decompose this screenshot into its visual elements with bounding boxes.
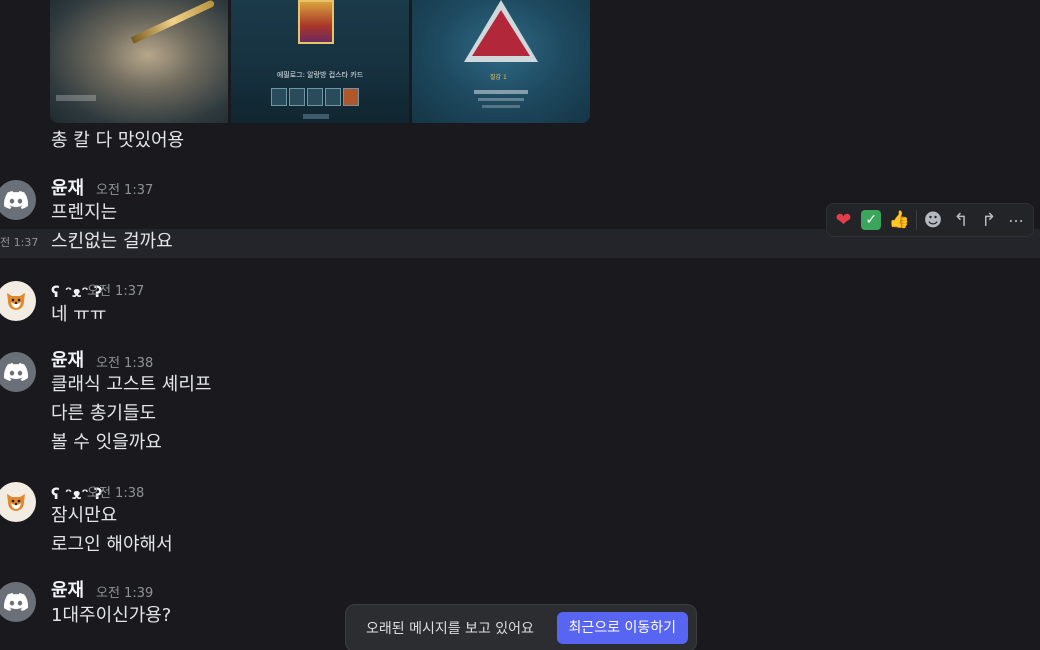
dog-avatar-icon [7, 293, 25, 310]
dog-avatar-icon [7, 494, 25, 511]
reply-icon[interactable]: ↰ [949, 209, 972, 232]
message-text: 클래식 고스트 셰리프 [51, 374, 212, 395]
card-slot [343, 88, 359, 106]
timestamp[interactable]: 오전 1:38 [87, 485, 144, 503]
timestamp[interactable]: 오전 1:37 [87, 283, 144, 301]
avatar[interactable] [0, 482, 36, 522]
timestamp[interactable]: 오전 1:37 [96, 182, 153, 200]
rank-badge: 질감 1 [490, 74, 507, 81]
more-icon[interactable]: ⋯ [1005, 209, 1028, 232]
heart-emoji-icon[interactable]: ❤ [832, 209, 855, 232]
thumbs-up-emoji-icon[interactable]: 👍 [888, 209, 911, 232]
add-reaction-icon[interactable]: ☻ [922, 209, 945, 232]
message-actions-toolbar: ❤ ✓ 👍 ☻ ↰ ↱ ⋯ [826, 203, 1034, 237]
message-text: 볼 수 잇을까요 [51, 432, 162, 453]
avatar[interactable] [0, 281, 36, 321]
message-text: 네 ㅠㅠ [51, 304, 107, 325]
image-attachments: 에필로그: 알랑방 컵스타 카드 질감 1 [50, 0, 590, 123]
card-slot [289, 88, 305, 106]
card-caption: 에필로그: 알랑방 컵스타 카드 [276, 71, 364, 79]
avatar[interactable] [0, 352, 36, 392]
card-slots [271, 88, 359, 106]
author-name[interactable]: 윤재 [51, 350, 84, 372]
hover-timestamp[interactable]: 전 1:37 [0, 234, 38, 250]
timestamp[interactable]: 오전 1:39 [96, 585, 153, 603]
jump-to-present-button[interactable]: 최근으로 이동하기 [556, 612, 688, 644]
attachment-image-knife[interactable] [50, 0, 228, 123]
avatar[interactable] [0, 582, 36, 622]
rank-text-line [482, 105, 520, 108]
message-text: 로그인 해야해서 [51, 534, 173, 555]
card-slot [307, 88, 323, 106]
discord-icon [4, 363, 28, 381]
player-card [298, 0, 334, 44]
discord-icon [4, 593, 28, 611]
image-pager [303, 114, 329, 119]
attachment-image-rank[interactable]: 질감 1 [412, 0, 590, 123]
knife-blade [130, 0, 216, 44]
rank-emblem-inner [472, 10, 530, 56]
timestamp[interactable]: 오전 1:38 [96, 355, 153, 373]
card-slot [325, 88, 341, 106]
check-reaction-button[interactable]: ✓ [860, 209, 883, 232]
message-text: 프렌지는 [51, 202, 118, 223]
message-text: 다른 총기들도 [51, 403, 157, 424]
attachment-image-cards[interactable]: 에필로그: 알랑방 컵스타 카드 [231, 0, 409, 123]
author-name[interactable]: 윤재 [51, 178, 84, 200]
forward-icon[interactable]: ↱ [977, 209, 1000, 232]
image-ui-strip [56, 95, 96, 101]
old-messages-bar: 오래된 메시지를 보고 있어요 최근으로 이동하기 [345, 604, 697, 650]
old-messages-notice: 오래된 메시지를 보고 있어요 [366, 621, 534, 637]
author-name[interactable]: 윤재 [51, 580, 84, 602]
rank-text-line [478, 98, 524, 101]
check-emoji-icon: ✓ [861, 210, 882, 230]
message-text: 스킨없는 걸까요 [51, 231, 173, 252]
message-text: 총 칼 다 맛있어용 [51, 130, 185, 151]
avatar[interactable] [0, 180, 36, 220]
toolbar-divider [915, 210, 917, 230]
message-text: 1대주이신가용? [51, 605, 172, 626]
rank-text-line [474, 90, 528, 94]
discord-icon [4, 191, 28, 209]
message-text: 잠시만요 [51, 505, 118, 526]
card-slot [271, 88, 287, 106]
chat-area: 에필로그: 알랑방 컵스타 카드 질감 1 총 칼 다 맛있어용 윤재 오전 1… [0, 0, 1040, 650]
